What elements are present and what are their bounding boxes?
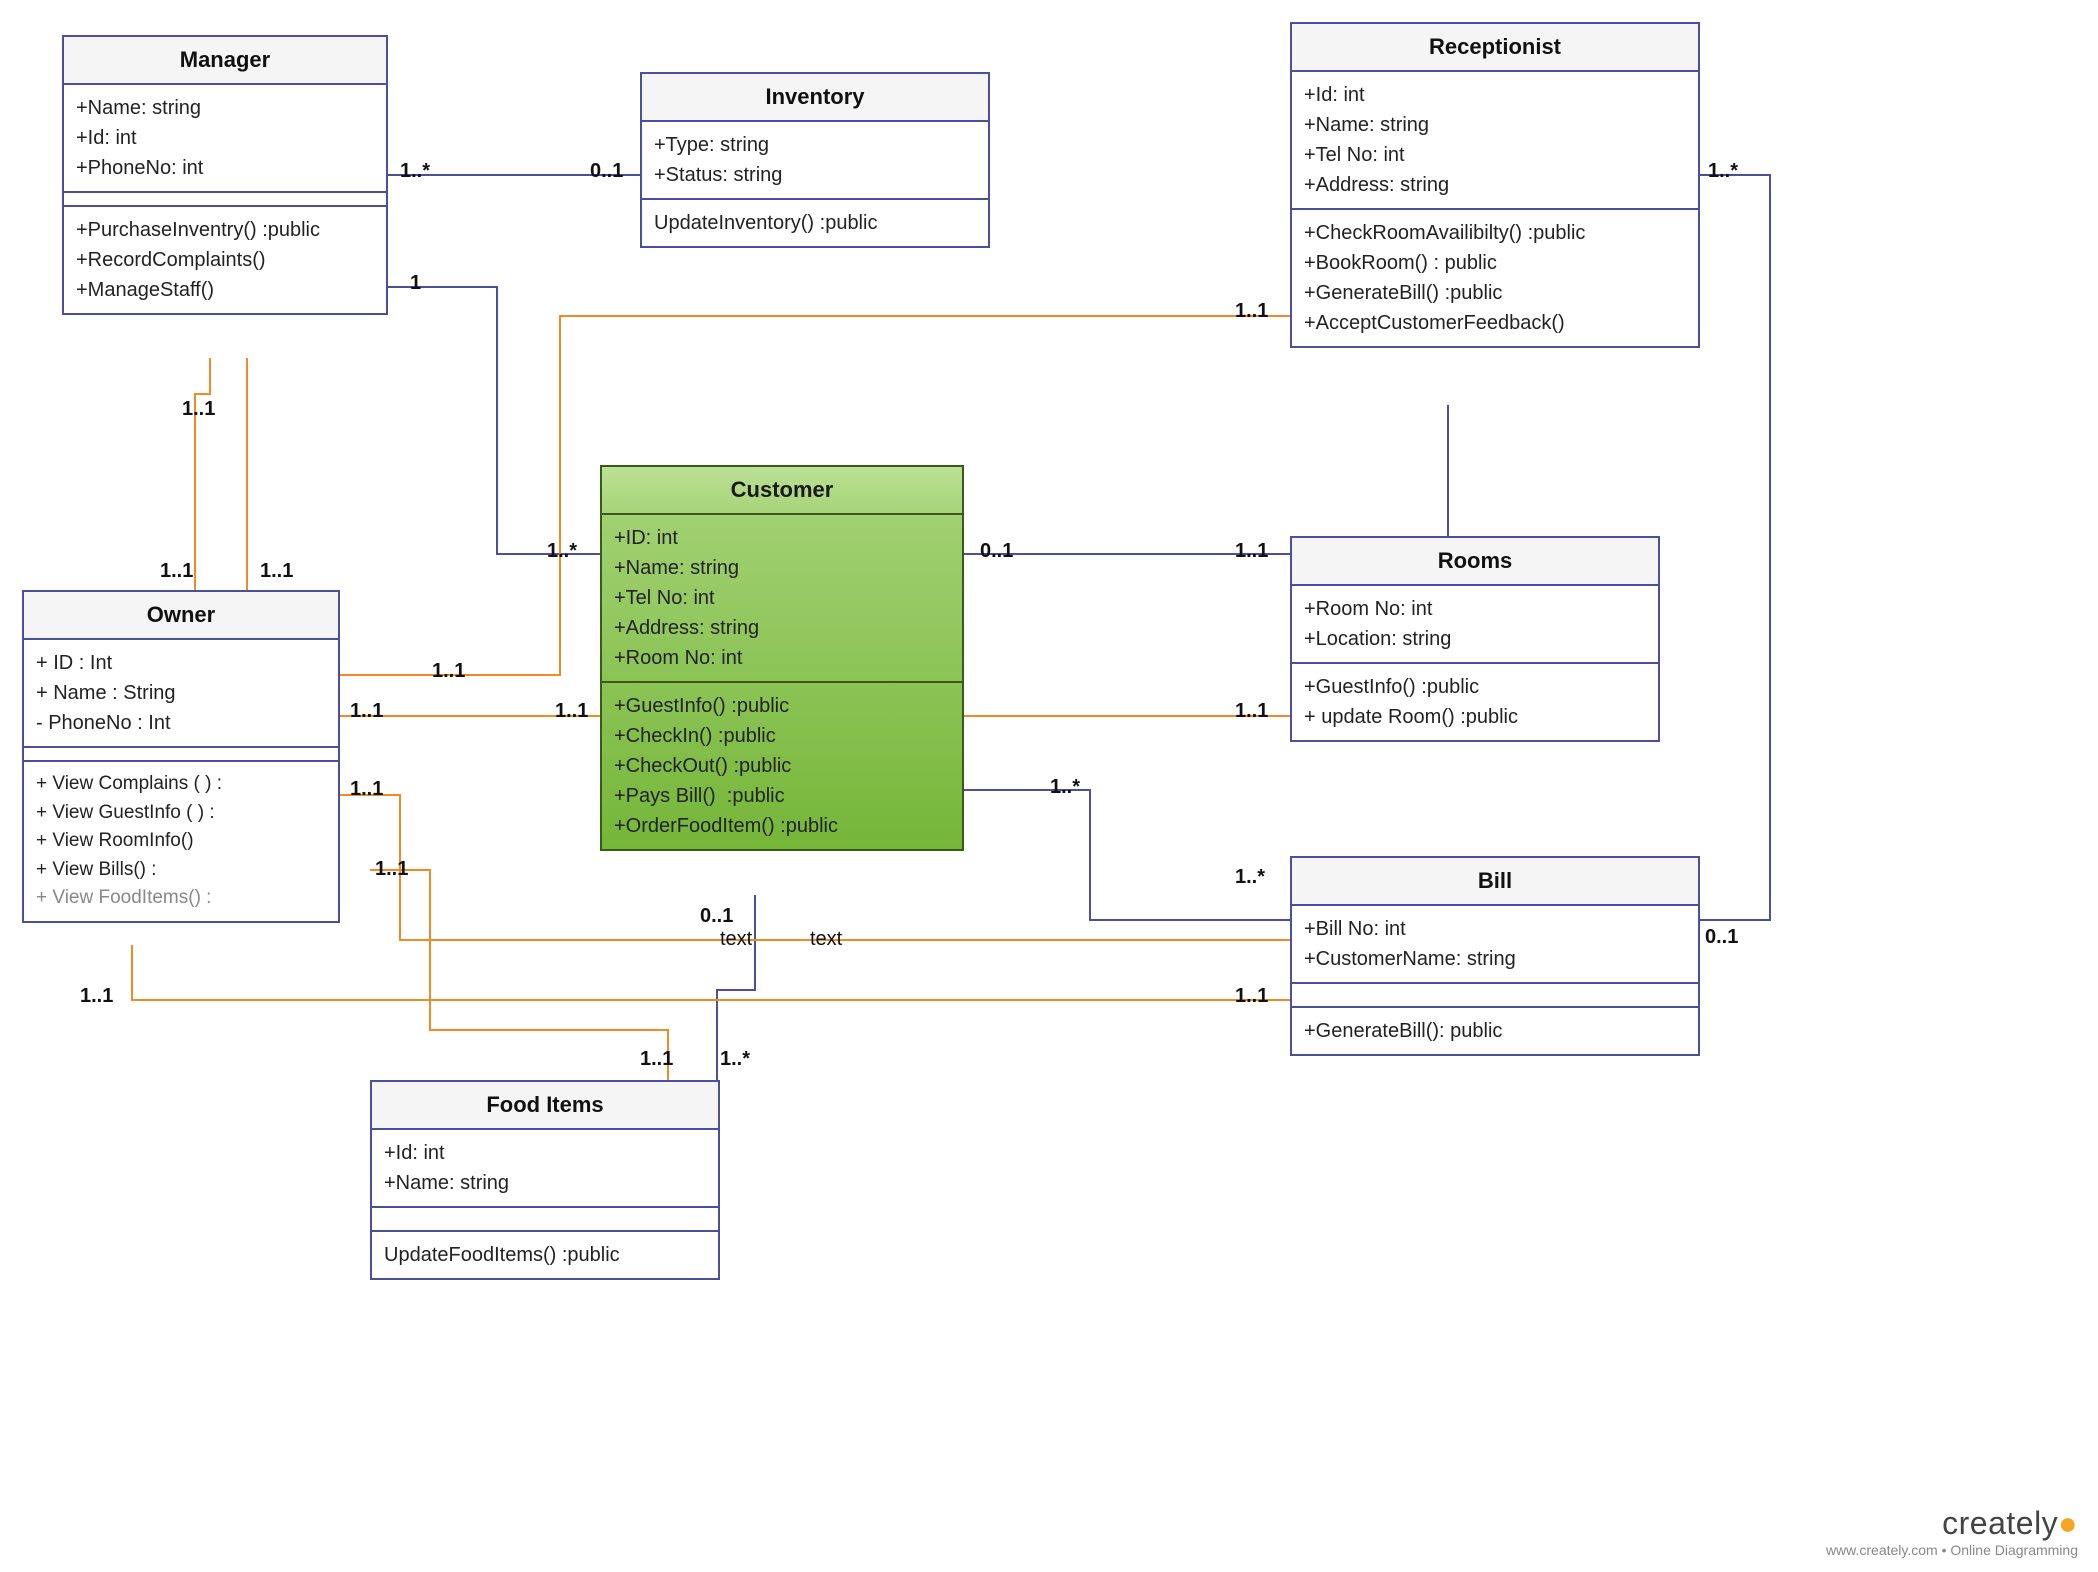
mult: 1..1	[350, 778, 383, 801]
class-title: Rooms	[1292, 538, 1658, 586]
logo-brand: creately●	[1826, 1505, 2078, 1542]
operations: UpdateFoodItems() :public	[372, 1232, 718, 1278]
attributes: +ID: int +Name: string +Tel No: int +Add…	[602, 515, 962, 683]
mult: 1..*	[400, 160, 430, 183]
mult: 1..1	[260, 560, 293, 583]
creately-logo: creately● www.creately.com • Online Diag…	[1826, 1505, 2078, 1558]
operations: +GenerateBill(): public	[1292, 1008, 1698, 1054]
attributes: +Room No: int +Location: string	[1292, 586, 1658, 664]
spacer	[64, 193, 386, 207]
mult: 1..*	[1235, 866, 1265, 889]
mult: 1..1	[1235, 985, 1268, 1008]
mult: 0..1	[1705, 926, 1738, 949]
mult: 1..*	[547, 540, 577, 563]
mult: 1..*	[1708, 160, 1738, 183]
spacer	[372, 1208, 718, 1232]
connector-label: text	[810, 928, 842, 951]
mult: 1..*	[720, 1048, 750, 1071]
mult: 0..1	[980, 540, 1013, 563]
operations: +PurchaseInventry() :public +RecordCompl…	[64, 207, 386, 313]
mult: 1..1	[182, 398, 215, 421]
spacer	[1292, 984, 1698, 1008]
class-manager: Manager +Name: string +Id: int +PhoneNo:…	[62, 35, 388, 315]
class-customer: Customer +ID: int +Name: string +Tel No:…	[600, 465, 964, 851]
mult: 1..1	[555, 700, 588, 723]
mult: 1..*	[1050, 776, 1080, 799]
class-title: Bill	[1292, 858, 1698, 906]
class-owner: Owner + ID : Int + Name : String - Phone…	[22, 590, 340, 923]
attributes: + ID : Int + Name : String - PhoneNo : I…	[24, 640, 338, 748]
class-fooditems: Food Items +Id: int +Name: string Update…	[370, 1080, 720, 1280]
connector-label: text	[720, 928, 752, 951]
class-title: Inventory	[642, 74, 988, 122]
mult: 1	[410, 272, 421, 295]
mult: 1..1	[1235, 700, 1268, 723]
class-title: Receptionist	[1292, 24, 1698, 72]
class-title: Customer	[602, 467, 962, 515]
bulb-icon: ●	[2058, 1505, 2078, 1541]
mult: 1..1	[640, 1048, 673, 1071]
attributes: +Type: string +Status: string	[642, 122, 988, 200]
mult: 0..1	[700, 905, 733, 928]
spacer	[24, 748, 338, 762]
class-rooms: Rooms +Room No: int +Location: string +G…	[1290, 536, 1660, 742]
class-bill: Bill +Bill No: int +CustomerName: string…	[1290, 856, 1700, 1056]
operations: +GuestInfo() :public + update Room() :pu…	[1292, 664, 1658, 740]
attributes: +Id: int +Name: string +Tel No: int +Add…	[1292, 72, 1698, 210]
mult: 1..1	[350, 700, 383, 723]
operations: +GuestInfo() :public +CheckIn() :public …	[602, 683, 962, 849]
mult: 1..1	[1235, 300, 1268, 323]
mult: 1..1	[432, 660, 465, 683]
class-inventory: Inventory +Type: string +Status: string …	[640, 72, 990, 248]
operations: +CheckRoomAvailibilty() :public +BookRoo…	[1292, 210, 1698, 346]
mult: 1..1	[160, 560, 193, 583]
class-title: Food Items	[372, 1082, 718, 1130]
mult: 1..1	[80, 985, 113, 1008]
mult: 1..1	[1235, 540, 1268, 563]
attributes: +Bill No: int +CustomerName: string	[1292, 906, 1698, 984]
class-title: Manager	[64, 37, 386, 85]
mult: 0..1	[590, 160, 623, 183]
class-receptionist: Receptionist +Id: int +Name: string +Tel…	[1290, 22, 1700, 348]
attributes: +Name: string +Id: int +PhoneNo: int	[64, 85, 386, 193]
class-title: Owner	[24, 592, 338, 640]
operations: UpdateInventory() :public	[642, 200, 988, 246]
mult: 1..1	[375, 858, 408, 881]
attributes: +Id: int +Name: string	[372, 1130, 718, 1208]
logo-subtitle: www.creately.com • Online Diagramming	[1826, 1542, 2078, 1558]
operations: + View Complains ( ) : + View GuestInfo …	[24, 762, 338, 921]
